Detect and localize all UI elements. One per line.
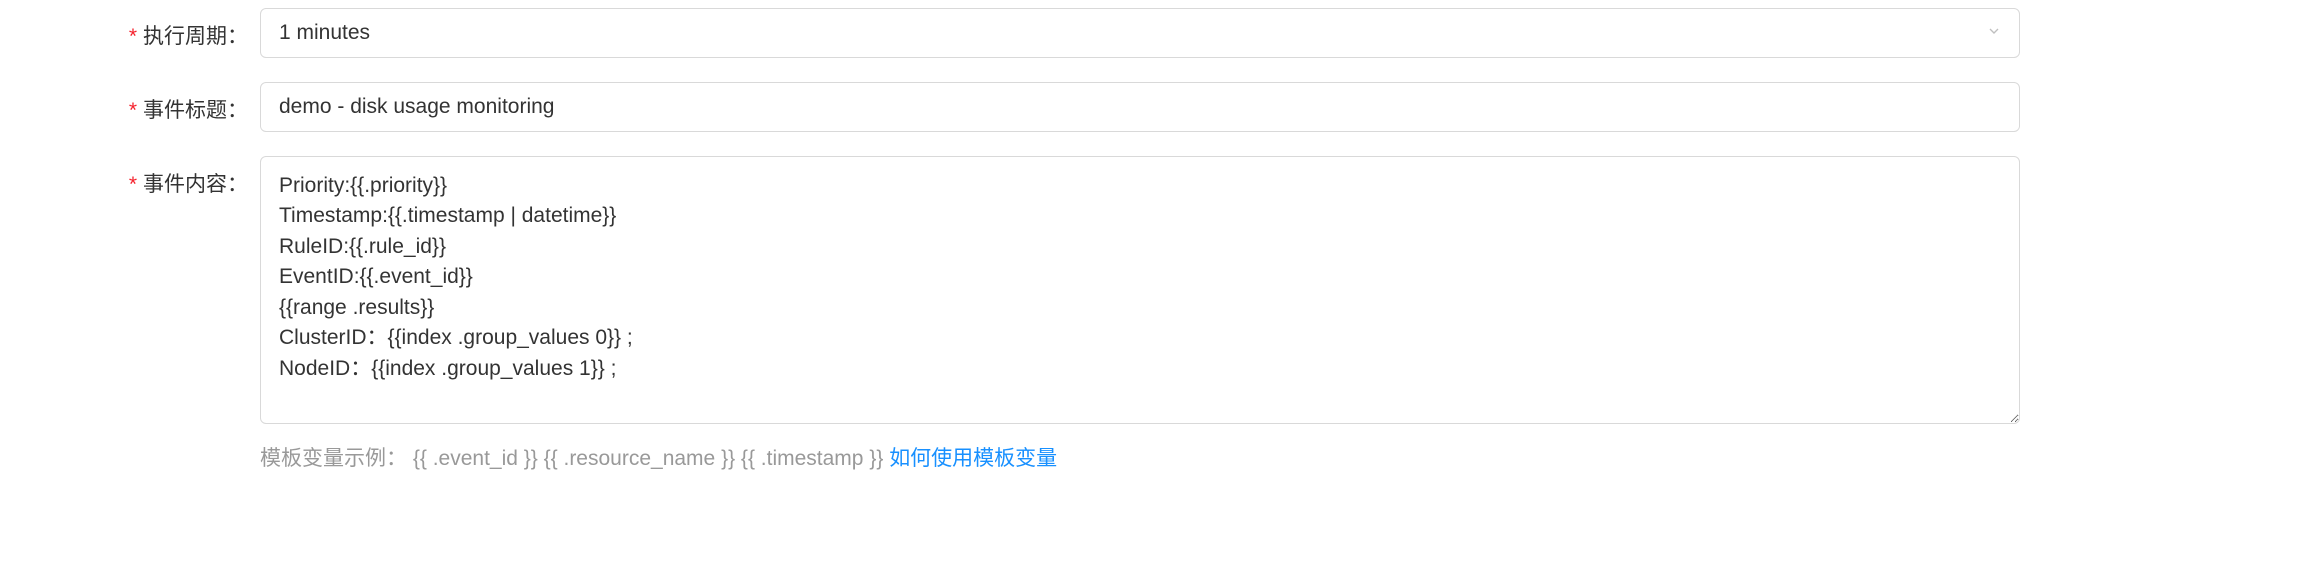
- event-title-row: * 事件标题：: [20, 82, 2278, 132]
- execution-period-label: * 执行周期：: [20, 8, 260, 50]
- event-title-control: [260, 82, 2020, 132]
- label-text: 事件内容：: [143, 173, 248, 196]
- event-content-control: [260, 156, 2020, 430]
- required-asterisk: *: [129, 173, 137, 196]
- event-content-label: * 事件内容：: [20, 156, 260, 198]
- required-asterisk: *: [129, 99, 137, 122]
- helper-link[interactable]: 如何使用模板变量: [889, 447, 1057, 470]
- execution-period-select[interactable]: 1 minutes: [260, 8, 2020, 58]
- execution-period-control: 1 minutes: [260, 8, 2020, 58]
- helper-prefix-text: 模板变量示例： {{ .event_id }} {{ .resource_nam…: [260, 447, 889, 470]
- event-title-input[interactable]: [260, 82, 2020, 132]
- required-asterisk: *: [129, 25, 137, 48]
- event-content-textarea[interactable]: [260, 156, 2020, 424]
- event-title-label: * 事件标题：: [20, 82, 260, 124]
- execution-period-value[interactable]: 1 minutes: [260, 8, 2020, 58]
- template-helper-row: 模板变量示例： {{ .event_id }} {{ .resource_nam…: [260, 442, 2278, 472]
- label-text: 执行周期：: [143, 25, 248, 48]
- label-text: 事件标题：: [143, 99, 248, 122]
- execution-period-row: * 执行周期： 1 minutes: [20, 8, 2278, 58]
- event-content-row: * 事件内容：: [20, 156, 2278, 430]
